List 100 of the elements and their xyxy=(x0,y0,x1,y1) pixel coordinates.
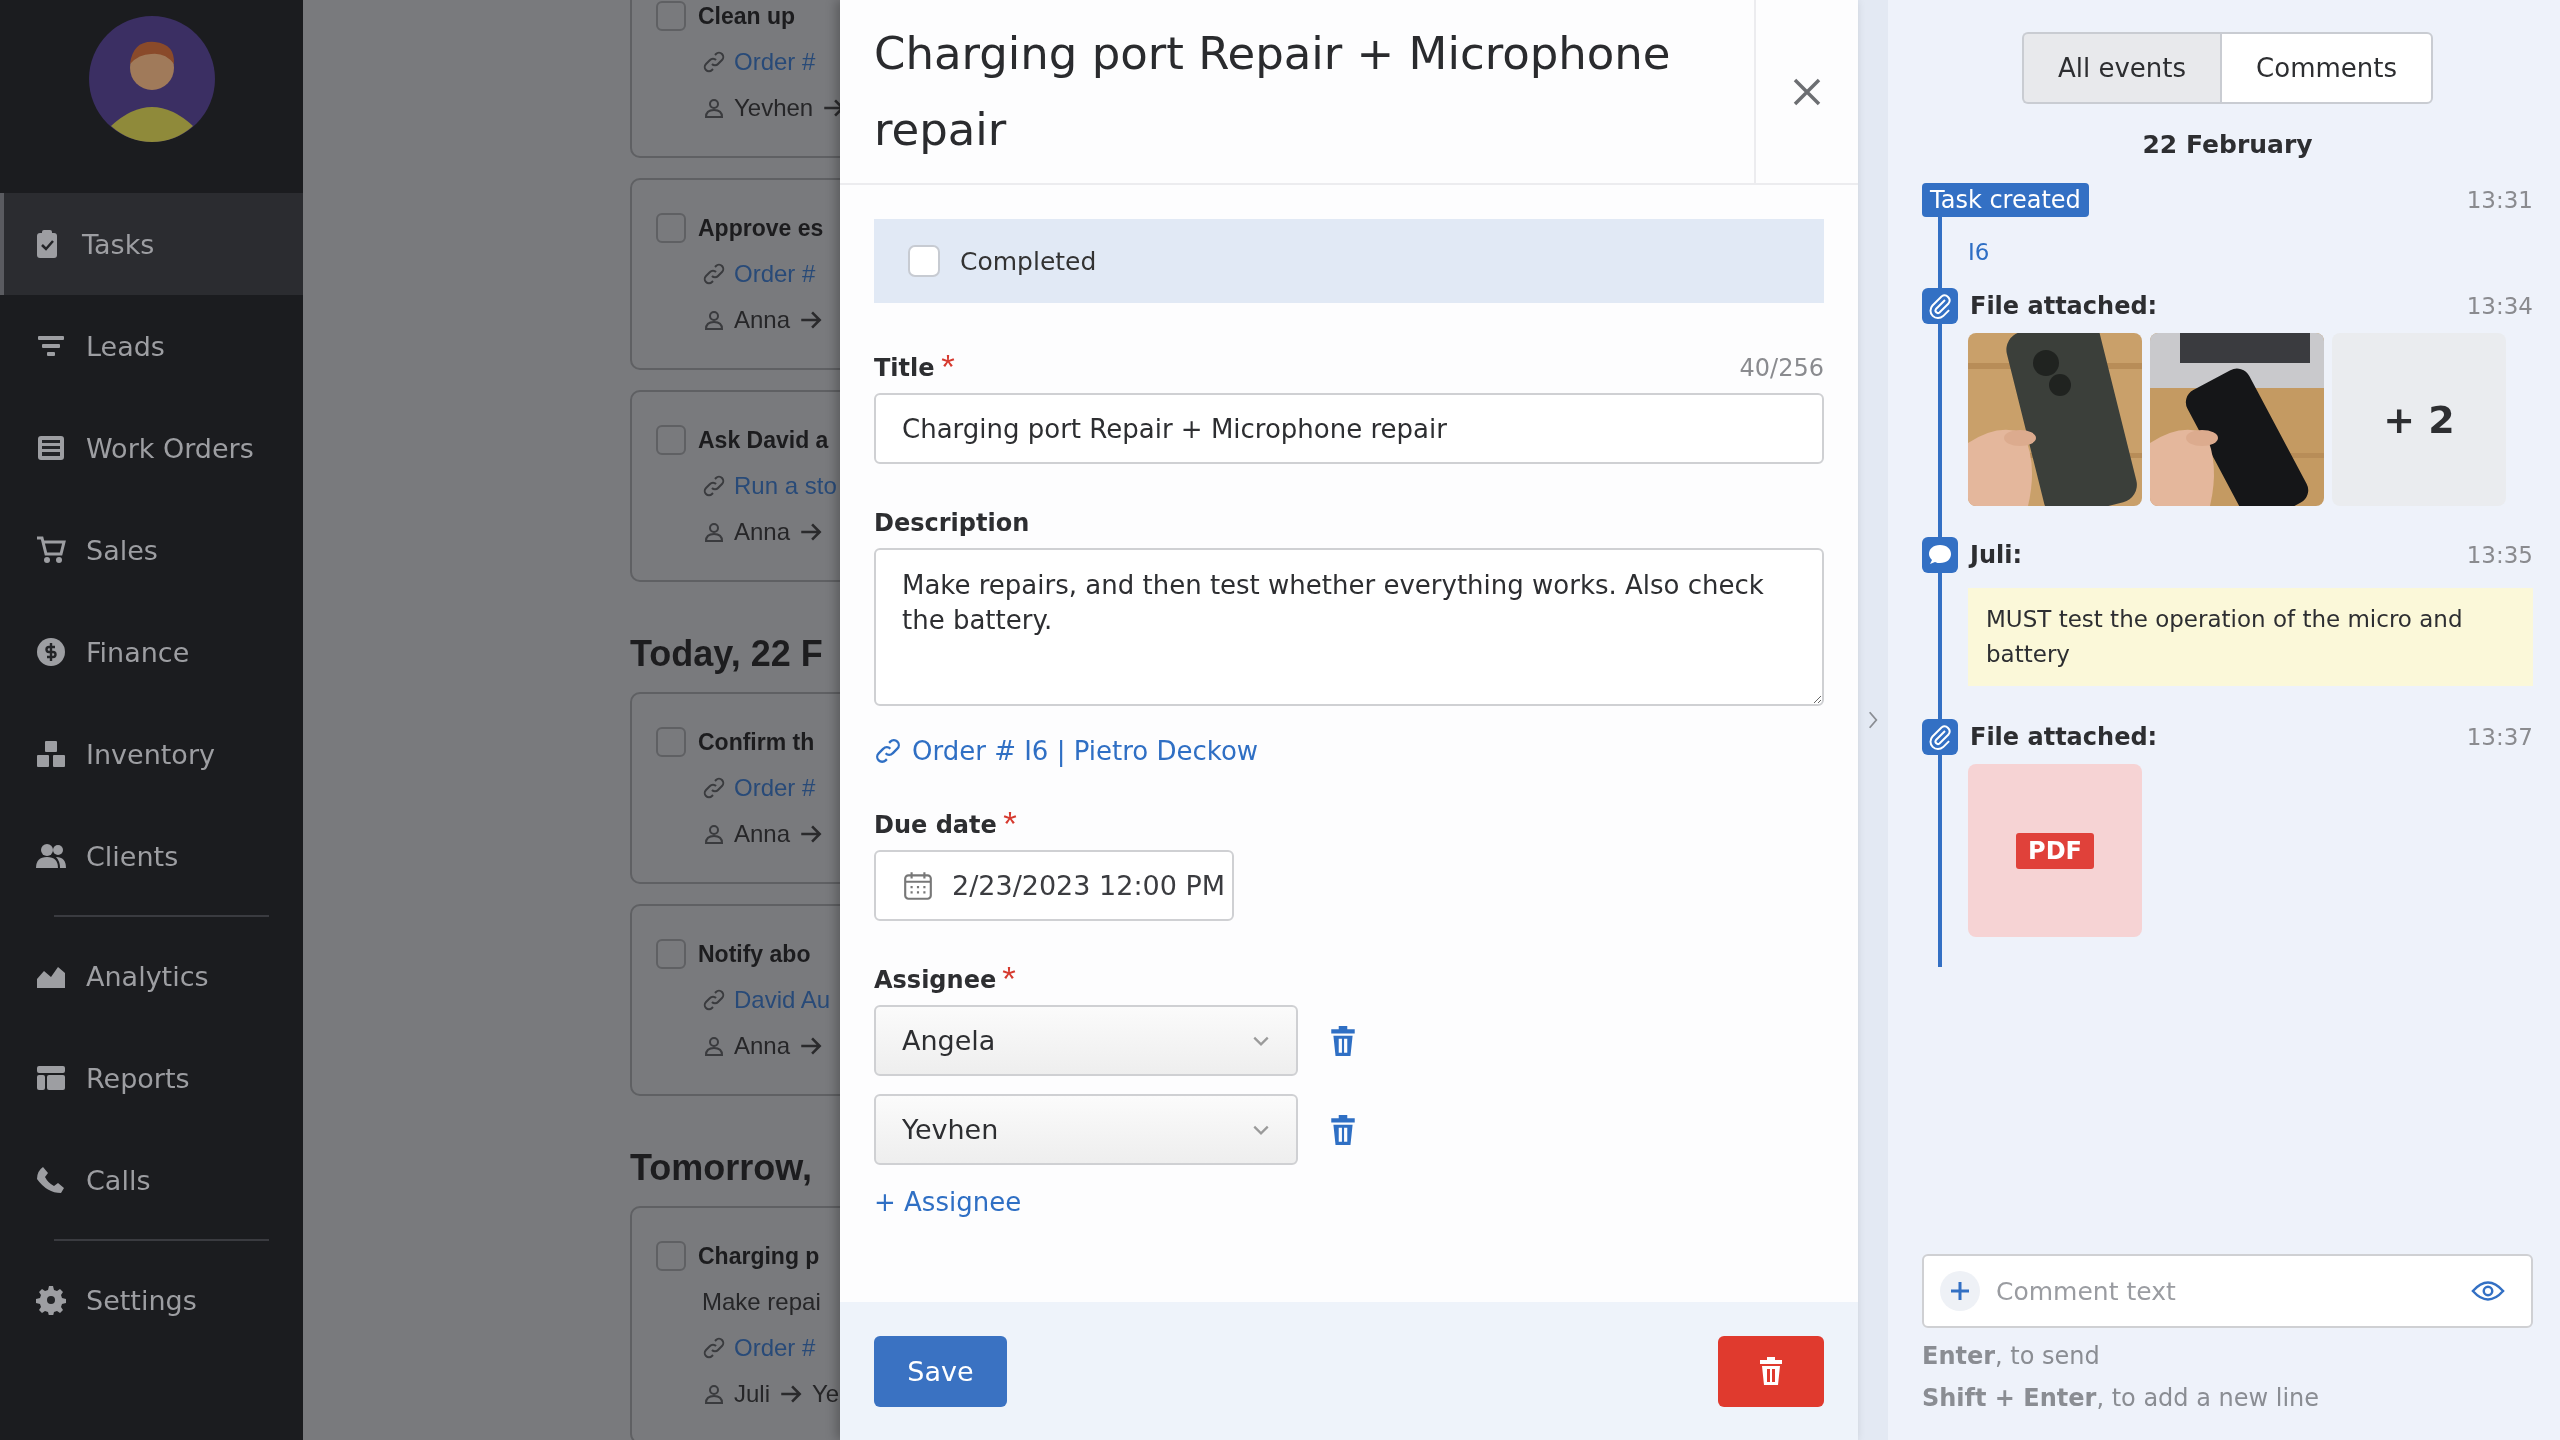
tray-icon xyxy=(36,433,66,463)
link-icon xyxy=(702,776,726,800)
comment-bubble: MUST test the operation of the micro and battery xyxy=(1968,588,2533,686)
event-time: 13:35 xyxy=(2466,542,2533,568)
date-heading: 22 February xyxy=(2141,130,2314,159)
nav-item[interactable]: Analytics xyxy=(0,925,303,1027)
comment-input[interactable]: Comment text xyxy=(1994,1275,2457,1307)
trash-icon[interactable] xyxy=(1330,1113,1356,1146)
field-label: Assignee xyxy=(874,966,997,994)
field-label: Description xyxy=(874,509,1030,537)
delete-button[interactable] xyxy=(1718,1335,1824,1407)
nav-item[interactable]: Work Orders xyxy=(0,397,303,499)
nav-item[interactable]: Settings xyxy=(0,1249,303,1351)
nav-item[interactable]: Inventory xyxy=(0,703,303,805)
task-description: Make repai xyxy=(702,1288,821,1316)
order-link[interactable]: Order # I6 | Pietro Deckow xyxy=(912,736,1259,766)
event-badge: Task created xyxy=(1922,183,2089,217)
task-checkbox[interactable] xyxy=(656,1,686,31)
dollar-icon xyxy=(36,637,66,667)
gear-icon xyxy=(36,1285,66,1315)
task-title: Notify abo xyxy=(698,940,811,968)
completed-checkbox[interactable] xyxy=(908,245,940,277)
task-person: Juli xyxy=(734,1380,770,1408)
task-person: Ye xyxy=(812,1380,840,1408)
task-checkbox[interactable] xyxy=(656,939,686,969)
nav-item[interactable]: Leads xyxy=(0,295,303,397)
pdf-badge: PDF xyxy=(2016,832,2094,869)
task-person: Anna xyxy=(734,518,791,546)
caret-icon xyxy=(1252,1034,1270,1047)
add-assignee-link[interactable]: + Assignee xyxy=(874,1187,1022,1217)
trash-icon xyxy=(1759,1356,1783,1386)
nav-item[interactable]: Reports xyxy=(0,1027,303,1129)
phone-icon xyxy=(36,1165,66,1195)
person-icon xyxy=(702,520,726,544)
person-icon xyxy=(702,1034,726,1058)
field-label: Due date xyxy=(874,811,997,839)
event-label: File attached: xyxy=(1970,292,2158,320)
more-files[interactable]: + 2 xyxy=(2332,333,2506,506)
chevron-icon[interactable] xyxy=(1867,710,1879,730)
task-title: Charging p xyxy=(698,1242,820,1270)
person-icon xyxy=(702,822,726,846)
calendar-icon xyxy=(902,869,934,902)
task-checkbox[interactable] xyxy=(656,1241,686,1271)
eye-icon[interactable] xyxy=(2471,1279,2505,1303)
caret-icon xyxy=(1252,1123,1270,1136)
link-icon xyxy=(702,474,726,498)
tab[interactable]: All events xyxy=(2021,32,2221,104)
due-date-field[interactable]: 2/23/2023 12:00 PM xyxy=(874,850,1234,921)
boxes-icon xyxy=(36,739,66,769)
character-counter: 40/256 xyxy=(1739,354,1824,382)
task-title: Clean up xyxy=(698,2,796,30)
task-checkbox[interactable] xyxy=(656,213,686,243)
task-person: Anna xyxy=(734,1032,791,1060)
description-input[interactable]: Make repairs, and then test whether everything works. Also check the battery. xyxy=(874,548,1824,706)
link-icon xyxy=(702,1336,726,1360)
tab[interactable]: Comments xyxy=(2220,32,2433,104)
nav-item[interactable]: Sales xyxy=(0,499,303,601)
link-icon xyxy=(702,988,726,1012)
plus-icon[interactable] xyxy=(1940,1271,1980,1311)
section-heading: Tomorrow, xyxy=(630,1146,813,1190)
task-checkbox[interactable] xyxy=(656,425,686,455)
link-icon xyxy=(702,50,726,74)
link-icon xyxy=(702,262,726,286)
person-icon xyxy=(702,308,726,332)
nav-item[interactable]: Clients xyxy=(0,805,303,907)
event-label: File attached: xyxy=(1970,723,2158,751)
completed-label: Completed xyxy=(960,246,1097,276)
close-icon[interactable] xyxy=(1792,76,1822,107)
people-icon xyxy=(36,841,66,871)
person-icon xyxy=(702,96,726,120)
task-checkbox[interactable] xyxy=(656,727,686,757)
nav-item[interactable]: Calls xyxy=(0,1129,303,1231)
title-input[interactable]: Charging port Repair + Microphone repair xyxy=(874,393,1824,464)
event-time: 13:37 xyxy=(2466,724,2533,750)
task-title: Confirm th xyxy=(698,728,815,756)
pdf-file[interactable]: PDF xyxy=(1968,764,2142,937)
trash-icon[interactable] xyxy=(1330,1024,1356,1057)
event-time: 13:34 xyxy=(2466,293,2533,319)
nav-item[interactable]: Finance xyxy=(0,601,303,703)
section-heading: Today, 22 F xyxy=(630,632,824,676)
table-icon xyxy=(36,1063,66,1093)
assignee-select[interactable]: Yevhen xyxy=(874,1094,1298,1165)
task-title: Ask David a xyxy=(698,426,829,454)
link-icon xyxy=(874,737,902,765)
person-icon xyxy=(702,1382,726,1406)
nav-item[interactable]: Tasks xyxy=(0,193,303,295)
field-label: Title xyxy=(874,354,935,382)
panel-title: Charging port Repair + Microphone repair xyxy=(873,26,1672,158)
cart-icon xyxy=(36,535,66,565)
task-person: Anna xyxy=(734,820,791,848)
task-title: Approve es xyxy=(698,214,824,242)
save-button[interactable]: Save xyxy=(874,1335,1007,1407)
assignee-select[interactable]: Angela xyxy=(874,1005,1298,1076)
task-person: Yevhen xyxy=(734,94,814,122)
keyboard-hint: Shift + Enter, to add a new line xyxy=(1922,1384,2321,1412)
comment-field[interactable]: Comment text xyxy=(1922,1254,2533,1328)
event-time: 13:31 xyxy=(2466,187,2533,213)
avatar[interactable] xyxy=(88,15,215,142)
task-number-link[interactable]: I6 xyxy=(1968,239,1990,265)
task-person: Anna xyxy=(734,306,791,334)
